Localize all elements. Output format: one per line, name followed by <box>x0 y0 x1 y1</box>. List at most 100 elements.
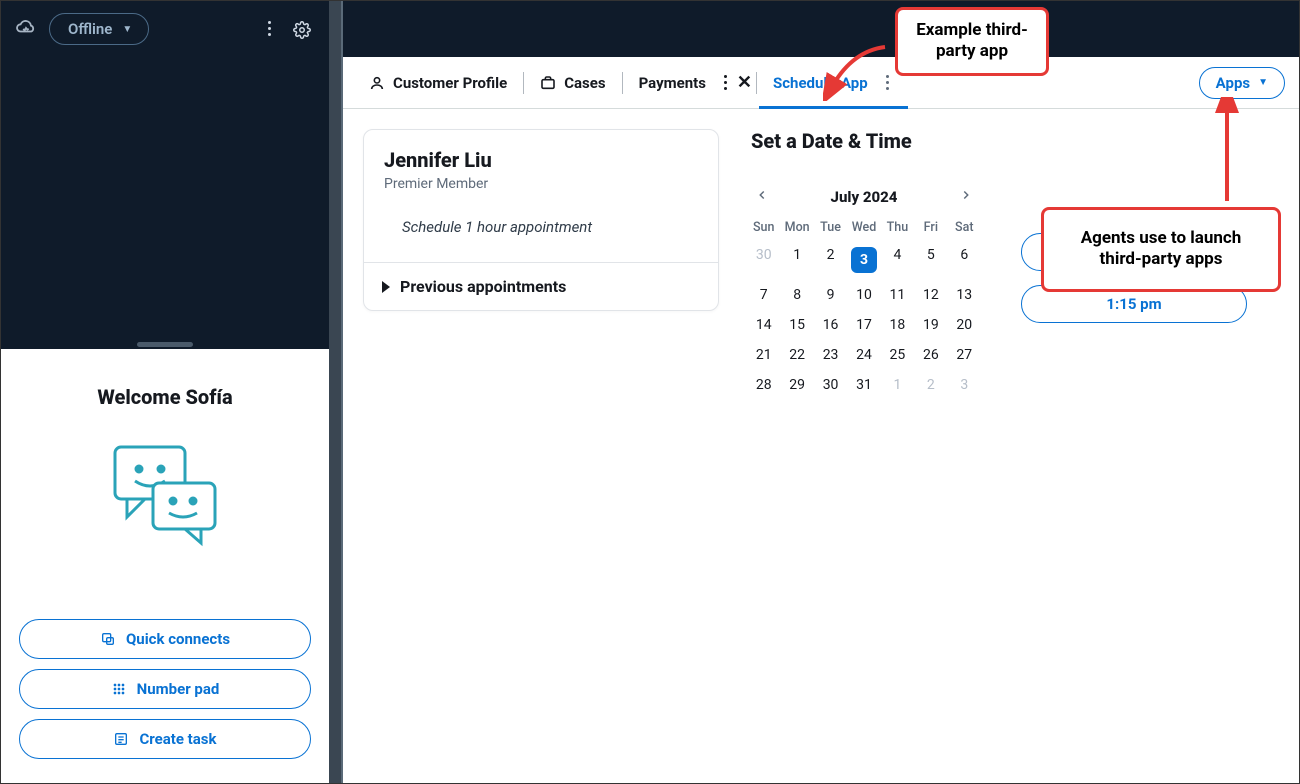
user-icon <box>369 75 385 91</box>
calendar-day: 3 <box>948 373 981 397</box>
calendar-day[interactable]: 22 <box>780 343 813 367</box>
calendar-month: July 2024 <box>831 188 898 206</box>
tab-customer-profile-label: Customer Profile <box>393 74 507 92</box>
arrow-icon <box>1211 97 1251 207</box>
customer-card: Jennifer Liu Premier Member Schedule 1 h… <box>363 129 719 311</box>
agent-welcome-area: Welcome Sofía Quick connects <box>1 349 329 783</box>
customer-name: Jennifer Liu <box>384 148 698 172</box>
chevron-right-icon <box>382 281 390 293</box>
status-label: Offline <box>68 20 112 38</box>
previous-appointments-label: Previous appointments <box>400 277 566 296</box>
calendar-day[interactable]: 25 <box>881 343 914 367</box>
briefcase-icon <box>540 75 556 91</box>
calendar-day[interactable]: 29 <box>780 373 813 397</box>
calendar-day: 2 <box>914 373 947 397</box>
calendar-day[interactable]: 19 <box>914 313 947 337</box>
chat-illustration-icon <box>105 439 225 553</box>
caret-down-icon: ▼ <box>1258 77 1268 88</box>
calendar-day[interactable]: 14 <box>747 313 780 337</box>
calendar-day[interactable]: 3 <box>847 243 880 277</box>
calendar-dow: Mon <box>780 220 813 237</box>
quick-connects-button[interactable]: Quick connects <box>19 619 311 659</box>
callout-apps-launch: Agents use to launch third-party apps <box>1041 207 1281 292</box>
tab-payments-label: Payments <box>639 74 706 92</box>
create-task-icon <box>113 731 129 747</box>
calendar-day[interactable]: 12 <box>914 283 947 307</box>
panel-divider[interactable] <box>329 1 343 783</box>
apps-button[interactable]: Apps ▼ <box>1199 67 1285 99</box>
status-selector[interactable]: Offline ▼ <box>49 13 149 45</box>
tab-more-icon[interactable] <box>724 75 727 90</box>
tab-cases[interactable]: Cases <box>528 57 617 108</box>
number-pad-icon <box>111 681 127 697</box>
apps-label: Apps <box>1216 74 1250 92</box>
number-pad-button[interactable]: Number pad <box>19 669 311 709</box>
calendar-day[interactable]: 30 <box>814 373 847 397</box>
calendar-day: 1 <box>881 373 914 397</box>
calendar-day[interactable]: 17 <box>847 313 880 337</box>
tab-separator <box>622 72 623 94</box>
agent-panel: Offline ▼ Welcome Sofía <box>1 1 329 783</box>
app-root: Offline ▼ Welcome Sofía <box>0 0 1300 784</box>
calendar-day[interactable]: 9 <box>814 283 847 307</box>
calendar-day[interactable]: 16 <box>814 313 847 337</box>
calendar-day: 30 <box>747 243 780 277</box>
drag-handle[interactable] <box>137 342 193 347</box>
calendar-day[interactable]: 2 <box>814 243 847 277</box>
customer-tier: Premier Member <box>384 176 698 192</box>
calendar-day[interactable]: 20 <box>948 313 981 337</box>
calendar-prev[interactable] <box>751 183 773 210</box>
calendar-day[interactable]: 21 <box>747 343 780 367</box>
previous-appointments-toggle[interactable]: Previous appointments <box>364 262 718 310</box>
tab-separator <box>523 72 524 94</box>
calendar-next[interactable] <box>955 183 977 210</box>
calendar-day[interactable]: 23 <box>814 343 847 367</box>
tab-cases-label: Cases <box>564 74 605 92</box>
tab-customer-profile[interactable]: Customer Profile <box>357 57 519 108</box>
calendar-day[interactable]: 8 <box>780 283 813 307</box>
workspace-header-bar <box>343 1 1299 57</box>
gear-icon[interactable] <box>293 21 311 43</box>
calendar-dow: Tue <box>814 220 847 237</box>
callout-third-party-app: Example third-party app <box>895 7 1049 76</box>
calendar-day[interactable]: 11 <box>881 283 914 307</box>
create-task-label: Create task <box>139 730 216 748</box>
calendar-dow: Thu <box>881 220 914 237</box>
cloud-icon <box>15 18 37 40</box>
calendar-dow: Sat <box>948 220 981 237</box>
caret-down-icon: ▼ <box>122 24 132 35</box>
more-icon[interactable] <box>268 21 271 43</box>
welcome-text: Welcome Sofía <box>97 385 232 409</box>
calendar-day[interactable]: 7 <box>747 283 780 307</box>
calendar-day[interactable]: 15 <box>780 313 813 337</box>
arrow-icon <box>823 41 893 101</box>
calendar-dow: Fri <box>914 220 947 237</box>
calendar-day[interactable]: 13 <box>948 283 981 307</box>
calendar-day[interactable]: 27 <box>948 343 981 367</box>
calendar-day[interactable]: 28 <box>747 373 780 397</box>
calendar-day[interactable]: 31 <box>847 373 880 397</box>
calendar-day[interactable]: 1 <box>780 243 813 277</box>
number-pad-label: Number pad <box>137 680 220 698</box>
tab-payments[interactable]: Payments <box>627 57 718 108</box>
quick-connects-label: Quick connects <box>126 630 230 648</box>
calendar-day[interactable]: 4 <box>881 243 914 277</box>
tab-bar: Customer Profile Cases Payments ✕ Schedu… <box>343 57 1299 109</box>
agent-status-area: Offline ▼ <box>1 1 329 349</box>
calendar-day[interactable]: 10 <box>847 283 880 307</box>
customer-task: Schedule 1 hour appointment <box>384 218 698 236</box>
close-icon[interactable]: ✕ <box>737 72 752 93</box>
calendar-day[interactable]: 24 <box>847 343 880 367</box>
scheduler-title: Set a Date & Time <box>751 129 1279 153</box>
calendar-day[interactable]: 6 <box>948 243 981 277</box>
calendar: July 2024 SunMonTueWedThuFriSat301234567… <box>747 183 981 397</box>
calendar-day[interactable]: 5 <box>914 243 947 277</box>
quick-connects-icon <box>100 631 116 647</box>
tab-separator <box>756 72 757 94</box>
calendar-dow: Sun <box>747 220 780 237</box>
workspace: Customer Profile Cases Payments ✕ Schedu… <box>343 1 1299 783</box>
calendar-day[interactable]: 18 <box>881 313 914 337</box>
calendar-dow: Wed <box>847 220 880 237</box>
create-task-button[interactable]: Create task <box>19 719 311 759</box>
calendar-day[interactable]: 26 <box>914 343 947 367</box>
